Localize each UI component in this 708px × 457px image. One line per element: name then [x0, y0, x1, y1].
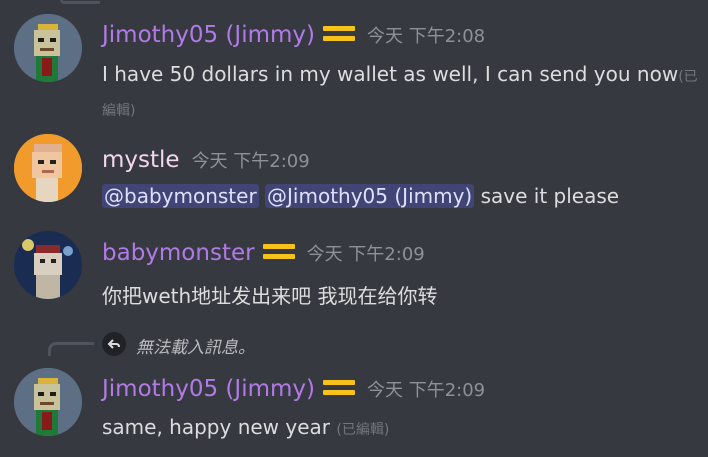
timestamp: 今天 下午2:09: [306, 244, 425, 265]
message-content-wrap: 編輯): [102, 96, 135, 120]
message-content: 你把weth地址发出来吧 我现在给你转: [102, 280, 438, 309]
badge-icon: [262, 242, 295, 262]
avatar-pixel-punk-icon: [14, 134, 82, 202]
message-text: I have 50 dollars in my wallet as well, …: [102, 62, 679, 86]
reply-arrow-icon: [102, 332, 126, 356]
timestamp: 今天 下午2:08: [366, 26, 486, 47]
message-text: 你把weth地址发出来吧 我现在给你转: [102, 284, 438, 308]
reply-thread-line: [60, 0, 100, 4]
avatar[interactable]: [14, 14, 82, 82]
timestamp: 今天 下午2:09: [366, 380, 486, 401]
username[interactable]: Jimothy05 (Jimmy): [102, 22, 315, 48]
message-content: @babymonster @Jimothy05 (Jimmy) save it …: [102, 184, 619, 208]
edited-label-continued: 編輯): [102, 103, 136, 119]
reply-connector-line: [48, 342, 94, 356]
avatar-pixel-punk-icon: [14, 231, 82, 299]
edited-label: (已編輯): [336, 422, 390, 438]
message-content: same, happy new year (已編輯): [102, 415, 389, 439]
avatar[interactable]: [14, 368, 82, 436]
reply-unavailable-notice[interactable]: 無法載入訊息。: [136, 333, 255, 358]
username[interactable]: babymonster: [102, 240, 255, 266]
edited-label: (已: [678, 69, 698, 85]
avatar-pixel-punk-icon: [14, 368, 82, 436]
timestamp: 今天 下午2:09: [191, 151, 310, 172]
avatar[interactable]: [14, 134, 82, 202]
message-content: I have 50 dollars in my wallet as well, …: [102, 62, 698, 86]
username[interactable]: Jimothy05 (Jimmy): [102, 376, 315, 402]
message-text: same, happy new year: [102, 415, 337, 439]
username[interactable]: mystle: [102, 147, 180, 173]
badge-icon: [322, 24, 355, 44]
user-mention[interactable]: @Jimothy05 (Jimmy): [265, 184, 475, 208]
avatar-pixel-punk-icon: [14, 14, 82, 82]
avatar[interactable]: [14, 231, 82, 299]
user-mention[interactable]: @babymonster: [102, 184, 259, 208]
message-text: save it please: [474, 184, 620, 208]
badge-icon: [322, 378, 355, 398]
